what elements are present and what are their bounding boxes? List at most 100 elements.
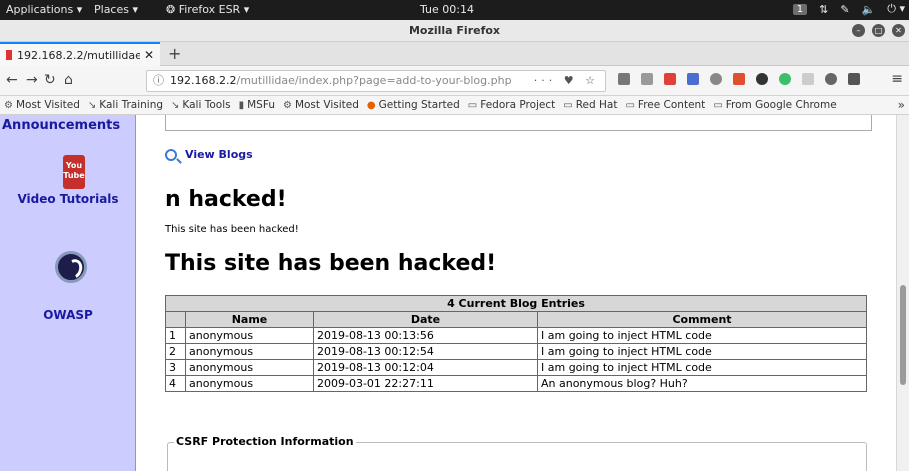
scrollbar-thumb[interactable] (900, 285, 906, 385)
back-icon[interactable]: ← (6, 72, 18, 88)
power-icon[interactable]: ⏻ ▾ (887, 2, 905, 16)
magnifier-icon (165, 148, 177, 161)
injected-paragraph: This site has been hacked! (165, 224, 299, 235)
owasp-logo-icon[interactable] (55, 251, 87, 283)
bookmark-item[interactable]: ▭ Free Content (625, 99, 705, 111)
extension-green-icon[interactable] (779, 73, 791, 85)
page-actions: ··· ♥ ☆ (534, 71, 599, 91)
firefox-icon: ❂ (166, 3, 179, 16)
left-sidebar: Announcements You Tube Video Tutorials O… (0, 115, 136, 471)
applications-menu[interactable]: Applications ▾ (6, 3, 82, 16)
os-top-bar: Applications ▾ Places ▾ ❂ Firefox ESR ▾ … (0, 0, 909, 20)
page-actions-menu-icon[interactable]: ··· (534, 74, 557, 87)
bookmark-item[interactable]: ↘ Kali Training (88, 99, 163, 111)
row-comment: I am going to inject HTML code (537, 343, 867, 360)
nav-bar: ← → ↻ ⌂ ⓘ 192.168.2.2/mutillidae/index.ph… (0, 66, 909, 96)
extension-n-icon[interactable] (687, 73, 699, 85)
volume-icon[interactable]: 🔈 (862, 3, 876, 16)
kali-icon: ↘ (171, 99, 180, 111)
bookmark-item[interactable]: ⚙ Most Visited (283, 99, 359, 111)
close-tab-icon[interactable]: ✕ (144, 48, 154, 62)
column-header-date: Date (313, 311, 538, 328)
extension-orange-icon[interactable] (733, 73, 745, 85)
column-header-comment: Comment (537, 311, 867, 328)
row-index: 2 (165, 343, 186, 360)
msf-icon: ▮ (238, 99, 245, 111)
table-header-row: Name Date Comment (165, 311, 867, 328)
extension-sync-icon[interactable] (710, 73, 722, 85)
firefox-app-label: Firefox ESR ▾ (178, 3, 250, 16)
row-name: anonymous (185, 343, 314, 360)
extension-screen-icon[interactable] (848, 73, 860, 85)
folder-icon: ▭ (467, 99, 478, 111)
row-index: 3 (165, 359, 186, 376)
clock[interactable]: Tue 00:14 (420, 3, 474, 16)
row-name: anonymous (185, 327, 314, 344)
toolbar-icons (618, 73, 860, 85)
owasp-link[interactable]: OWASP (0, 308, 136, 322)
bookmarks-bar: ⚙ Most Visited ↘ Kali Training ↘ Kali Tools… (0, 96, 909, 115)
network-icon[interactable]: ⇅ (819, 3, 828, 16)
bookmarks-overflow-icon[interactable]: » (898, 98, 905, 112)
table-row: 1 anonymous 2019-08-13 00:13:56 I am goi… (165, 327, 867, 344)
workspace-indicator[interactable]: 1 (792, 3, 808, 15)
bookmark-item[interactable]: ↘ Kali Tools (171, 99, 231, 111)
hamburger-menu-icon[interactable]: ≡ (891, 71, 903, 87)
tab-mutillidae[interactable]: 192.168.2.2/mutillidae/in ✕ (0, 42, 160, 66)
table-row: 4 anonymous 2009-03-01 22:27:11 An anony… (165, 375, 867, 392)
new-tab-button[interactable]: + (168, 44, 181, 63)
injected-heading: This site has been hacked! (165, 251, 497, 276)
top-box-remnant (165, 115, 872, 131)
gear-icon: ⚙ (282, 99, 292, 111)
extension-red-icon[interactable] (664, 73, 676, 85)
window-title: Mozilla Firefox (408, 24, 501, 37)
column-header-name: Name (185, 311, 314, 328)
sidebar-toggle-icon[interactable] (641, 73, 653, 85)
maximize-button[interactable]: □ (872, 24, 885, 37)
view-blogs-label: View Blogs (185, 148, 253, 161)
firefox-app-menu[interactable]: ❂ Firefox ESR ▾ (166, 3, 249, 16)
extension-grey-icon[interactable] (802, 73, 814, 85)
announcements-link[interactable]: Announcements (2, 118, 120, 133)
row-date: 2019-08-13 00:12:54 (313, 343, 538, 360)
pen-icon[interactable]: ✎ (840, 3, 849, 16)
home-icon[interactable]: ⌂ (64, 72, 73, 88)
bookmark-item[interactable]: ▭ From Google Chrome (713, 99, 836, 111)
bookmark-item[interactable]: ▮ MSFu (239, 99, 275, 111)
folder-icon: ▭ (625, 99, 635, 111)
extension-dark-icon[interactable] (756, 73, 768, 85)
system-tray: 1 ⇅ ✎ 🔈 ⏻ ▾ (792, 2, 905, 16)
view-blogs-link[interactable]: View Blogs (165, 148, 253, 161)
window-titlebar: Mozilla Firefox – □ ✕ (0, 20, 909, 42)
bookmark-item[interactable]: ▭ Fedora Project (468, 99, 555, 111)
table-caption: 4 Current Blog Entries (165, 295, 867, 312)
bookmark-star-icon[interactable]: ☆ (585, 74, 599, 87)
places-menu[interactable]: Places ▾ (94, 3, 138, 16)
pocket-icon[interactable]: ♥ (564, 74, 578, 87)
column-header-index (165, 311, 186, 328)
video-tutorials-link[interactable]: Video Tutorials (0, 193, 136, 206)
forward-icon[interactable]: → (26, 72, 38, 88)
library-icon[interactable] (618, 73, 630, 85)
url-path: /mutillidae/index.php?page=add-to-your-b… (236, 74, 512, 87)
close-window-button[interactable]: ✕ (892, 24, 905, 37)
bookmark-item[interactable]: ⚙ Most Visited (4, 99, 80, 111)
info-icon[interactable]: ⓘ (153, 74, 164, 87)
url-host: 192.168.2.2 (170, 74, 237, 87)
bookmark-item[interactable]: ● Getting Started (367, 99, 460, 111)
url-bar[interactable]: ⓘ 192.168.2.2/mutillidae/index.php?page=a… (146, 70, 606, 92)
youtube-icon[interactable]: You Tube (63, 155, 85, 189)
firefox-icon: ● (366, 99, 376, 111)
row-date: 2019-08-13 00:13:56 (313, 327, 538, 344)
row-date: 2009-03-01 22:27:11 (313, 375, 538, 392)
folder-icon: ▭ (713, 99, 723, 111)
bookmark-item[interactable]: ▭ Red Hat (563, 99, 617, 111)
page-scrollbar[interactable] (896, 115, 909, 471)
row-date: 2019-08-13 00:12:04 (313, 359, 538, 376)
table-row: 3 anonymous 2019-08-13 00:12:04 I am goi… (165, 359, 867, 376)
minimize-button[interactable]: – (852, 24, 865, 37)
tab-label: 192.168.2.2/mutillidae/in (17, 48, 140, 62)
extension-globe-icon[interactable] (825, 73, 837, 85)
row-index: 1 (165, 327, 186, 344)
reload-icon[interactable]: ↻ (44, 72, 56, 88)
